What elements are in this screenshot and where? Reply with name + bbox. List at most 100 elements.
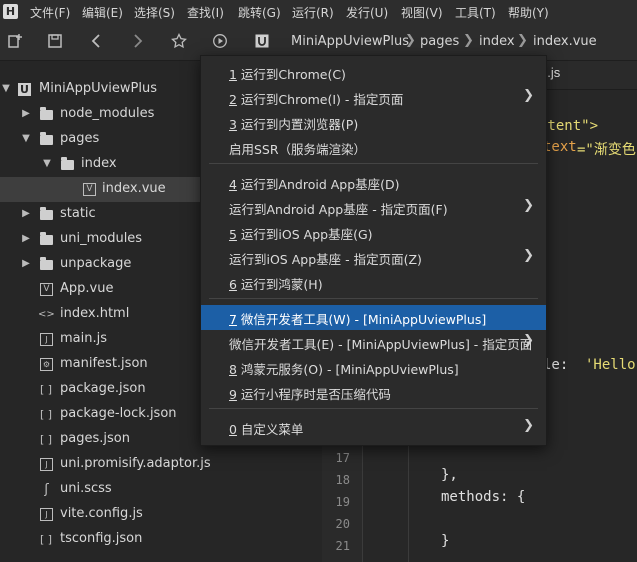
breadcrumb-separator-icon: ❯ [463,33,474,48]
menu-edit[interactable]: 编辑(E) [82,4,123,21]
json-file-icon: [ ] [39,383,53,396]
run-menu: 1 运行到Chrome(C) 2 运行到Chrome(I) - 指定页面 ❯ 3… [200,55,547,446]
code-fragment: ntent"> [539,118,599,134]
folder-icon [40,132,53,145]
menu-tools[interactable]: 工具(T) [455,4,496,21]
tree-item-label: App.vue [60,281,114,296]
menu-item-label: 启用SSR（服务端渲染） [229,142,367,157]
menu-goto[interactable]: 跳转(G) [238,4,281,21]
tree-item-label: uni_modules [60,231,143,246]
submenu-arrow-icon: ❯ [523,198,534,213]
menu-select[interactable]: 选择(S) [134,4,175,21]
run-icon[interactable] [209,30,231,52]
menu-item-label: 5 运行到iOS App基座(G) [229,227,373,242]
line-number: 19 [335,495,350,509]
vue-file-icon: V [83,183,96,196]
menu-bar: H 文件(F) 编辑(E) 选择(S) 查找(I) 跳转(G) 运行(R) 发行… [0,0,637,24]
star-icon[interactable] [168,30,190,52]
tree-item-label: package.json [60,381,146,396]
js-file-icon: J [40,333,53,346]
menu-item-run-android-page[interactable]: 运行到Android App基座 - 指定页面(F) ❯ [201,195,546,220]
menu-item-label: 7 微信开发者工具(W) - [MiniAppUviewPlus] [229,312,487,327]
menu-item-run-builtin-browser[interactable]: 3 运行到内置浏览器(P) [201,110,546,135]
menu-file[interactable]: 文件(F) [30,4,70,21]
tree-item-label: tsconfig.json [60,531,143,546]
menu-item-wechat-devtools-page[interactable]: 微信开发者工具(E) - [MiniAppUviewPlus] - 指定页面 ❯ [201,330,546,355]
menu-item-label: 运行到iOS App基座 - 指定页面(Z) [229,252,422,267]
new-file-icon[interactable] [4,30,26,52]
tree-item-label: unpackage [60,256,132,271]
project-icon: U [18,83,31,96]
menu-find[interactable]: 查找(I) [187,4,224,21]
menu-item-run-ios[interactable]: 5 运行到iOS App基座(G) [201,220,546,245]
breadcrumb-pages[interactable]: pages [420,34,459,49]
menu-item-label: 运行到Android App基座 - 指定页面(F) [229,202,448,217]
submenu-arrow-icon: ❯ [523,248,534,263]
menu-item-custom-menu[interactable]: 0 自定义菜单 ❯ [201,415,546,440]
tree-item-label: manifest.json [60,356,148,371]
manifest-file-icon: ⚙ [40,358,53,371]
menu-item-wechat-devtools[interactable]: 7 微信开发者工具(W) - [MiniAppUviewPlus] [201,305,546,330]
menu-item-run-chrome[interactable]: 1 运行到Chrome(C) [201,60,546,85]
tree-item-label: pages [60,131,100,146]
chevron-down-icon[interactable]: ▼ [0,82,12,96]
menu-item-label: 2 运行到Chrome(I) - 指定页面 [229,92,404,107]
chevron-right-icon[interactable]: ▶ [20,107,32,121]
menu-run[interactable]: 运行(R) [292,4,334,21]
menu-item-run-ios-page[interactable]: 运行到iOS App基座 - 指定页面(Z) ❯ [201,245,546,270]
menu-help[interactable]: 帮助(Y) [508,4,549,21]
menu-item-label: 4 运行到Android App基座(D) [229,177,400,192]
menu-item-run-harmony[interactable]: 6 运行到鸿蒙(H) [201,270,546,295]
menu-view[interactable]: 视图(V) [401,4,443,21]
menu-separator [209,298,538,299]
folder-icon [61,157,74,170]
tree-item-promisify[interactable]: J uni.promisify.adaptor.js [0,452,322,477]
menu-item-label: 微信开发者工具(E) - [MiniAppUviewPlus] - 指定页面 [229,337,533,352]
code-string: 'Hello' [585,357,637,373]
code-key: le: [543,357,577,373]
scss-file-icon: ʃ [44,482,49,497]
breadcrumb-index[interactable]: index [479,34,515,49]
breadcrumb-project[interactable]: MiniAppUviewPlus [291,34,409,49]
line-number: 21 [335,539,350,553]
code-line: }, [441,467,458,483]
tree-item-label: pages.json [60,431,130,446]
menu-item-compress-code[interactable]: 9 运行小程序时是否压缩代码 [201,380,546,405]
folder-icon [40,232,53,245]
menu-item-label: 6 运行到鸿蒙(H) [229,277,323,292]
menu-item-label: 9 运行小程序时是否压缩代码 [229,387,391,402]
js-file-icon: J [40,508,53,521]
chevron-down-icon[interactable]: ▼ [41,157,53,171]
tree-item-vite-config[interactable]: J vite.config.js [0,502,322,527]
folder-icon [40,207,53,220]
chevron-right-icon[interactable]: ▶ [20,232,32,246]
tree-item-label: static [60,206,96,221]
json-file-icon: [ ] [39,408,53,421]
folder-icon [40,107,53,120]
chevron-right-icon[interactable]: ▶ [20,207,32,221]
back-icon[interactable] [86,30,108,52]
tree-item-tsconfig[interactable]: [ ] tsconfig.json [0,527,322,552]
forward-icon[interactable] [126,30,148,52]
menu-item-run-chrome-page[interactable]: 2 运行到Chrome(I) - 指定页面 ❯ [201,85,546,110]
breadcrumb-file[interactable]: index.vue [533,34,597,49]
json-file-icon: [ ] [39,533,53,546]
submenu-arrow-icon: ❯ [523,418,534,433]
project-icon [251,30,273,52]
menu-item-enable-ssr[interactable]: 启用SSR（服务端渲染） [201,135,546,160]
menu-item-run-android[interactable]: 4 运行到Android App基座(D) [201,170,546,195]
code-line: methods: { [441,489,526,505]
menu-separator [209,163,538,164]
tree-item-label: node_modules [60,106,155,121]
folder-icon [40,257,53,270]
tree-item-uni-scss[interactable]: ʃ uni.scss [0,477,322,502]
menu-item-label: 8 鸿蒙元服务(O) - [MiniAppUviewPlus] [229,362,459,377]
code-attr: text [543,139,577,155]
save-icon[interactable] [44,30,66,52]
menu-item-harmony-atomic[interactable]: 8 鸿蒙元服务(O) - [MiniAppUviewPlus] [201,355,546,380]
line-number: 18 [335,473,350,487]
menu-publish[interactable]: 发行(U) [346,4,388,21]
tree-item-label: vite.config.js [60,506,143,521]
chevron-down-icon[interactable]: ▼ [20,132,32,146]
chevron-right-icon[interactable]: ▶ [20,257,32,271]
